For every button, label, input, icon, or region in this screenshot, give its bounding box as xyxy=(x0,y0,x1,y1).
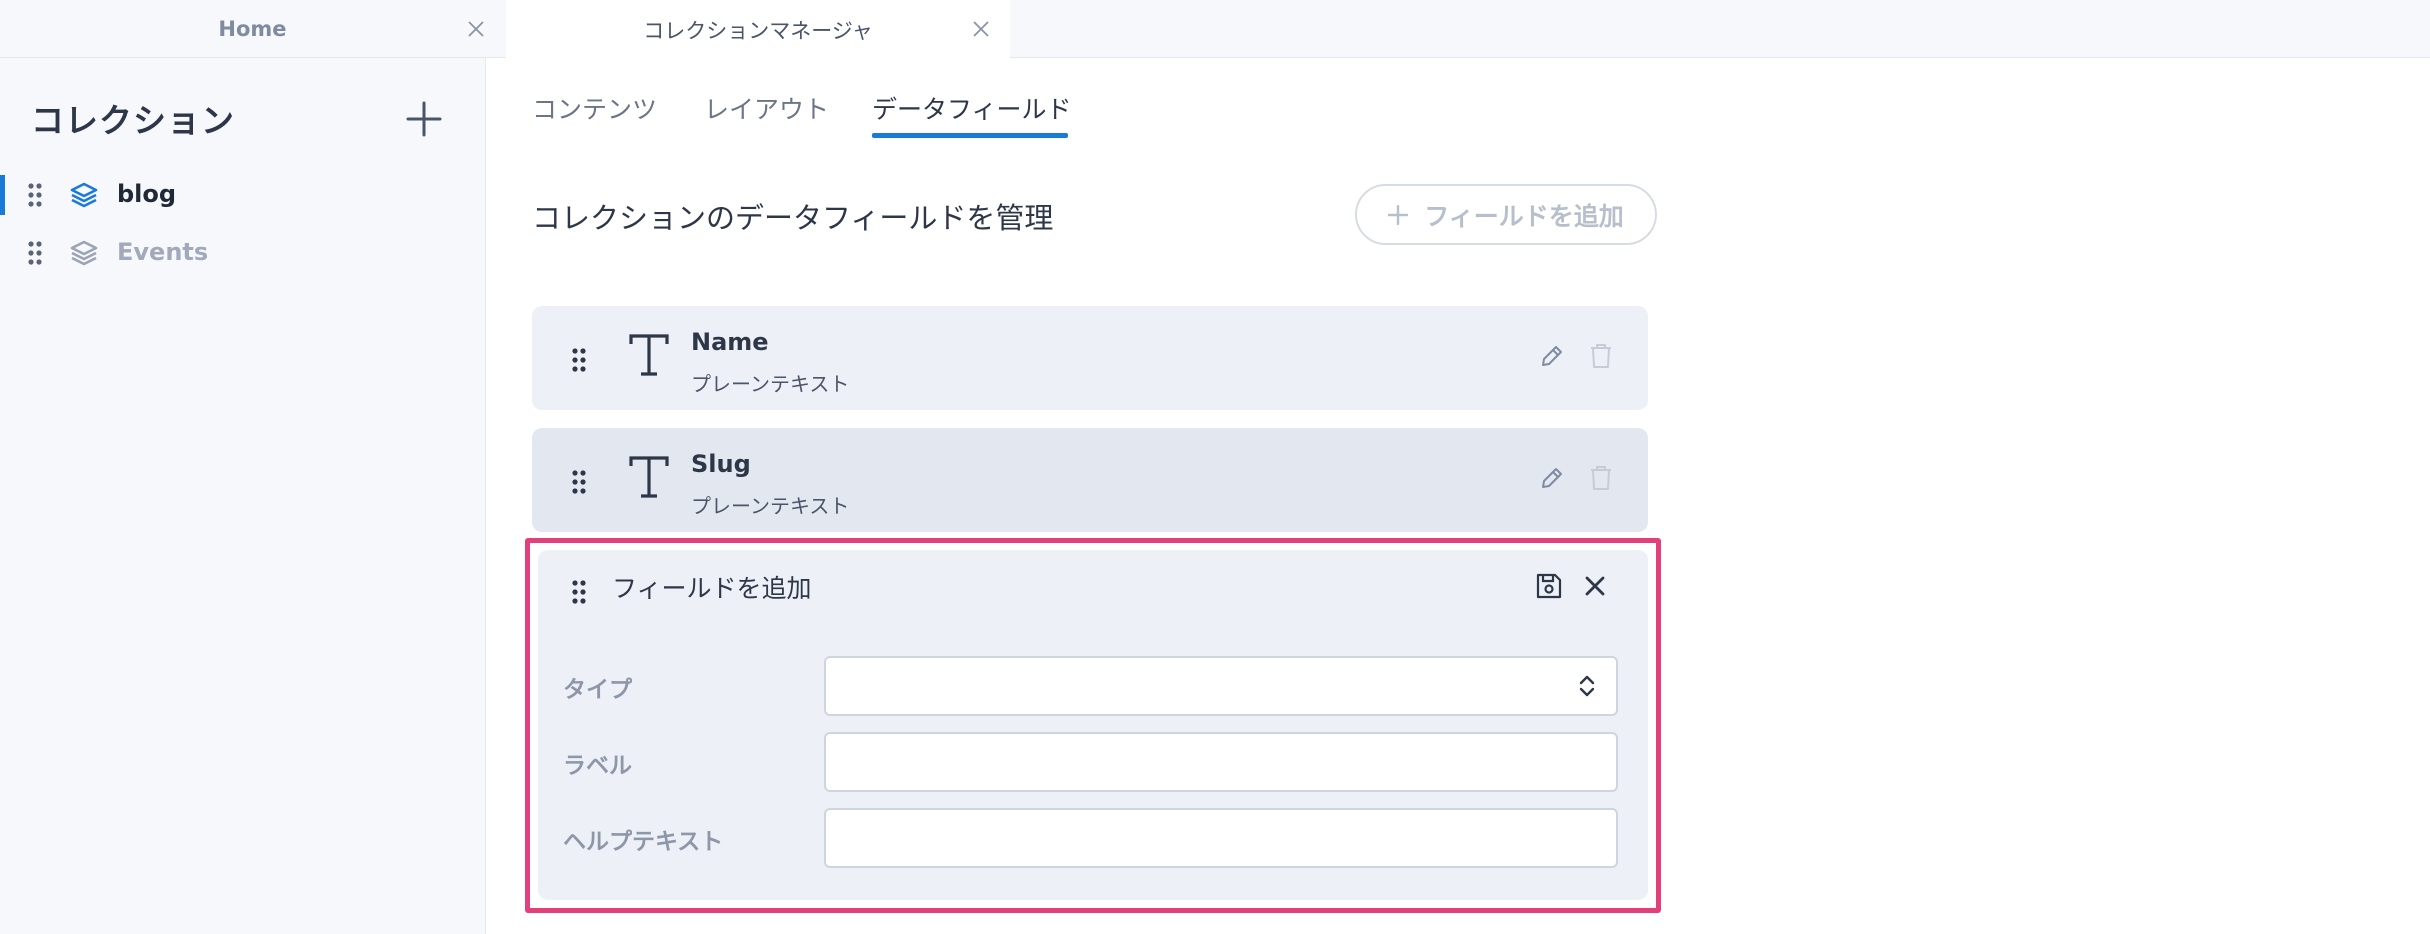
text-type-icon xyxy=(629,334,669,376)
drag-handle-icon[interactable] xyxy=(572,580,586,604)
pencil-icon[interactable] xyxy=(1539,465,1565,491)
sidebar-title: コレクション xyxy=(31,101,235,140)
close-icon[interactable] xyxy=(1584,575,1606,597)
layers-icon xyxy=(70,182,98,208)
field-type: プレーンテキスト xyxy=(691,372,850,396)
add-field-button[interactable]: フィールドを追加 xyxy=(1355,184,1657,245)
tab-data-fields[interactable]: データフィールド xyxy=(872,90,1072,126)
add-field-button-label: フィールドを追加 xyxy=(1424,201,1624,231)
new-field-title: フィールドを追加 xyxy=(612,574,812,603)
type-select[interactable] xyxy=(824,656,1618,716)
field-name: Slug xyxy=(691,450,751,478)
new-field-form: フィールドを追加 タイプ ラベル ヘルプテキスト xyxy=(538,550,1648,900)
tab-collection-manager[interactable]: コレクションマネージャ xyxy=(506,0,1010,59)
sidebar-item-label: blog xyxy=(117,180,177,208)
layers-icon xyxy=(70,240,98,266)
tab-home[interactable]: Home xyxy=(0,0,505,58)
active-tab-indicator xyxy=(872,133,1068,138)
plus-icon[interactable] xyxy=(405,100,443,138)
help-text-input[interactable] xyxy=(824,808,1618,868)
tab-layout[interactable]: レイアウト xyxy=(704,90,829,126)
plus-icon xyxy=(1388,204,1409,225)
drag-handle-icon[interactable] xyxy=(28,183,42,207)
sidebar-item-label: Events xyxy=(117,238,209,266)
sidebar: コレクション blog Events xyxy=(0,58,486,934)
sidebar-item-blog[interactable]: blog xyxy=(0,170,486,220)
tab-collection-manager-label: コレクションマネージャ xyxy=(643,18,873,43)
pencil-icon[interactable] xyxy=(1539,343,1565,369)
drag-handle-icon[interactable] xyxy=(572,470,586,494)
save-icon[interactable] xyxy=(1535,572,1563,600)
drag-handle-icon[interactable] xyxy=(28,241,42,265)
trash-icon[interactable] xyxy=(1588,342,1614,370)
type-label: タイプ xyxy=(563,677,632,703)
tab-home-label: Home xyxy=(218,17,287,41)
active-indicator xyxy=(0,175,5,215)
field-type: プレーンテキスト xyxy=(691,494,850,518)
chevron-up-down-icon xyxy=(1579,675,1595,697)
label-label: ラベル xyxy=(563,753,632,779)
sidebar-item-events[interactable]: Events xyxy=(0,228,486,278)
tab-contents[interactable]: コンテンツ xyxy=(532,90,657,126)
trash-icon[interactable] xyxy=(1588,464,1614,492)
text-type-icon xyxy=(629,456,669,498)
drag-handle-icon[interactable] xyxy=(572,348,586,372)
help-text-label: ヘルプテキスト xyxy=(563,829,724,855)
close-icon[interactable] xyxy=(465,18,487,40)
field-card-name[interactable]: Name プレーンテキスト xyxy=(532,306,1648,410)
label-input[interactable] xyxy=(824,732,1618,792)
section-title: コレクションのデータフィールドを管理 xyxy=(532,201,1054,235)
field-card-slug[interactable]: Slug プレーンテキスト xyxy=(532,428,1648,532)
close-icon[interactable] xyxy=(970,18,992,40)
tab-bar: Home コレクションマネージャ xyxy=(0,0,2430,59)
field-name: Name xyxy=(691,328,769,356)
